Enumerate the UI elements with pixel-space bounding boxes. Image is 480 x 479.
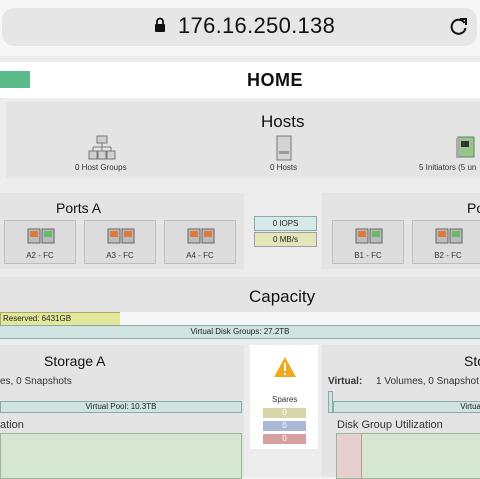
vdisk-groups-bar[interactable]: Virtual Disk Groups: 27.2TB: [0, 325, 480, 339]
fc-port-icon: [107, 228, 135, 244]
port-a4[interactable]: A4 - FC: [164, 220, 236, 264]
iops-value: 0 IOPS: [254, 216, 317, 231]
reserved-bar-remainder: [120, 312, 480, 325]
storage-a-utilization-chart[interactable]: [0, 433, 242, 479]
port-a2[interactable]: A2 - FC: [4, 220, 76, 264]
port-b1[interactable]: B1 - FC: [332, 220, 404, 264]
port-label: A3 - FC: [106, 251, 134, 260]
mbs-value: 0 MB/s: [254, 232, 317, 247]
hosts-icon: [276, 135, 292, 161]
port-b2[interactable]: B2 - FC: [412, 220, 480, 264]
reserved-bar[interactable]: Reserved: 6431GB: [0, 312, 122, 326]
ports-a-title: Ports A: [56, 200, 102, 216]
storage-b-virtual-value: 1 Volumes, 0 Snapshot: [376, 376, 479, 387]
fc-port-icon: [27, 228, 55, 244]
address-text: 176.16.250.138: [178, 13, 336, 38]
spare-bar-1: 0: [263, 408, 306, 418]
page-title: HOME: [247, 70, 303, 90]
storage-a-title: Storage A: [44, 353, 106, 369]
capacity-title: Capacity: [249, 287, 316, 306]
port-a3[interactable]: A3 - FC: [84, 220, 156, 264]
port-label: A2 - FC: [26, 251, 54, 260]
ports-b-title: Po: [467, 200, 480, 216]
storage-b-utilization-chart[interactable]: [336, 433, 480, 479]
spares-title: Spares: [272, 395, 298, 404]
host-groups-icon: [88, 135, 116, 160]
browser-toolbar: 176.16.250.138: [0, 0, 480, 56]
virtual-pool-b-bar[interactable]: Virtua: [333, 401, 480, 413]
port-label: B1 - FC: [354, 251, 382, 260]
port-label: A4 - FC: [186, 251, 214, 260]
fc-port-icon: [435, 228, 463, 244]
port-label: B2 - FC: [434, 251, 462, 260]
fc-port-icon: [355, 228, 383, 244]
virtual-pool-bar[interactable]: Virtual Pool: 10.3TB: [0, 401, 242, 413]
utilization-segment: [337, 434, 362, 478]
warning-icon: [274, 357, 296, 377]
spare-bar-2: 0: [263, 421, 306, 431]
hosts-count: 0 Hosts: [270, 163, 298, 172]
storage-b-virtual-label: Virtual:: [328, 376, 363, 387]
storage-b-utilization-label: Disk Group Utilization: [337, 419, 443, 431]
host-groups-count: 0 Host Groups: [75, 163, 127, 172]
storage-a-utilization-label: ation: [0, 419, 24, 431]
fc-port-icon: [187, 228, 215, 244]
initiators-count: 5 Initiators (5 un: [419, 163, 477, 172]
lock-icon: [155, 17, 165, 32]
spare-bar-3: 0: [263, 434, 306, 444]
initiators-icon: [456, 136, 475, 158]
reload-icon[interactable]: [449, 15, 469, 37]
hosts-title: Hosts: [261, 112, 305, 131]
storage-a-snapshots: es, 0 Snapshots: [0, 376, 72, 387]
storage-b-title: Sto: [464, 353, 480, 369]
